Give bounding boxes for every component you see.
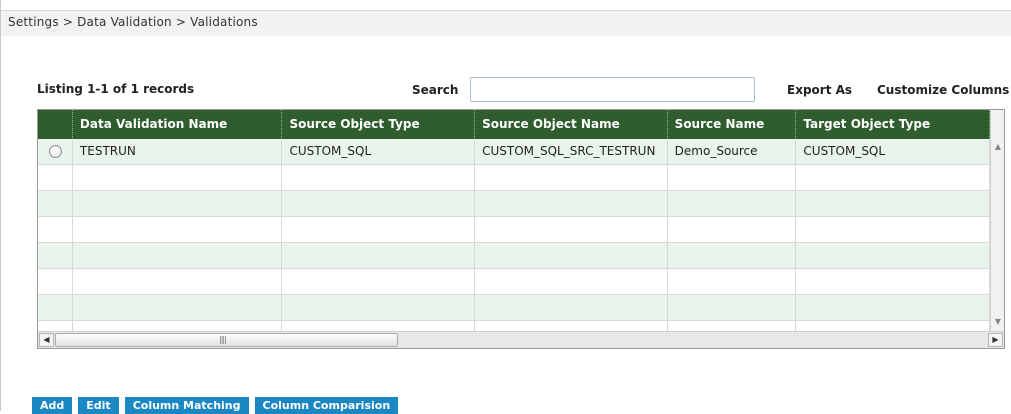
grid-header: Data Validation Name Source Object Type … <box>38 110 1004 139</box>
horizontal-scroll-thumb[interactable]: |||| <box>55 333 398 347</box>
table-cell <box>38 191 73 217</box>
target-object-type-cell: CUSTOM_SQL <box>796 139 990 165</box>
breadcrumb-bar: Settings > Data Validation > Validations <box>1 10 1011 36</box>
grid-rows: TESTRUN CUSTOM_SQL CUSTOM_SQL_SRC_TESTRU… <box>38 139 1004 347</box>
arrow-left-icon[interactable]: ◀ <box>39 333 54 347</box>
table-cell <box>73 165 283 191</box>
validations-grid: Data Validation Name Source Object Type … <box>37 109 1005 349</box>
edit-button[interactable]: Edit <box>78 397 119 414</box>
export-as-button[interactable]: Export As <box>787 83 852 97</box>
customize-columns-button[interactable]: Customize Columns <box>877 83 1009 97</box>
column-header-source-name[interactable]: Source Name <box>668 110 797 139</box>
table-cell <box>475 269 668 295</box>
table-cell <box>475 191 668 217</box>
table-cell <box>73 295 283 321</box>
listing-count: Listing 1-1 of 1 records <box>37 82 195 96</box>
table-cell <box>796 295 990 321</box>
table-cell <box>668 243 797 269</box>
row-select-cell[interactable] <box>38 139 73 165</box>
table-row <box>38 269 1004 295</box>
table-cell <box>282 295 476 321</box>
table-cell <box>475 165 668 191</box>
row-select-radio[interactable] <box>49 145 62 158</box>
column-header-target-object-type[interactable]: Target Object Type <box>796 110 990 139</box>
table-cell <box>668 165 797 191</box>
table-row[interactable]: TESTRUN CUSTOM_SQL CUSTOM_SQL_SRC_TESTRU… <box>38 139 1004 165</box>
table-cell <box>668 191 797 217</box>
table-cell <box>282 165 476 191</box>
column-matching-button[interactable]: Column Matching <box>124 397 249 414</box>
arrow-right-icon[interactable]: ▶ <box>988 333 1003 347</box>
table-cell <box>282 191 476 217</box>
table-cell <box>73 217 283 243</box>
table-cell <box>668 217 797 243</box>
table-cell <box>668 295 797 321</box>
table-cell <box>796 191 990 217</box>
table-row <box>38 243 1004 269</box>
table-cell <box>796 217 990 243</box>
search-input[interactable] <box>470 77 755 102</box>
breadcrumb: Settings > Data Validation > Validations <box>8 15 258 29</box>
table-cell <box>38 217 73 243</box>
column-comparision-button[interactable]: Column Comparision <box>254 397 399 414</box>
table-cell <box>282 269 476 295</box>
table-cell <box>73 269 283 295</box>
action-bar: Add Edit Column Matching Column Comparis… <box>32 397 399 414</box>
add-button[interactable]: Add <box>32 397 73 414</box>
table-cell <box>475 217 668 243</box>
arrow-down-icon[interactable]: ▼ <box>991 315 1004 329</box>
column-header-source-object-type[interactable]: Source Object Type <box>282 110 476 139</box>
table-cell <box>38 269 73 295</box>
search-label: Search <box>412 83 459 97</box>
column-header-select <box>38 110 73 139</box>
table-cell <box>73 243 283 269</box>
table-row <box>38 295 1004 321</box>
table-cell <box>796 269 990 295</box>
vertical-scrollbar[interactable]: ▲ ▼ <box>990 110 1004 332</box>
table-cell <box>475 243 668 269</box>
table-row <box>38 217 1004 243</box>
column-header-source-object-name[interactable]: Source Object Name <box>475 110 668 139</box>
table-cell <box>38 295 73 321</box>
source-name-cell: Demo_Source <box>668 139 797 165</box>
table-cell <box>38 243 73 269</box>
column-header-data-validation-name[interactable]: Data Validation Name <box>73 110 283 139</box>
arrow-up-icon[interactable]: ▲ <box>991 140 1004 154</box>
table-cell <box>475 295 668 321</box>
horizontal-scrollbar[interactable]: ◀ |||| ▶ <box>38 331 1004 348</box>
table-row <box>38 191 1004 217</box>
table-cell <box>73 191 283 217</box>
source-object-type-cell: CUSTOM_SQL <box>282 139 476 165</box>
table-cell <box>282 217 476 243</box>
table-row <box>38 165 1004 191</box>
table-cell <box>282 243 476 269</box>
page-left-border <box>0 0 1 411</box>
source-object-name-cell: CUSTOM_SQL_SRC_TESTRUN <box>475 139 668 165</box>
table-cell <box>796 243 990 269</box>
data-validation-name-cell: TESTRUN <box>73 139 283 165</box>
scroll-grip-icon: |||| <box>219 335 227 344</box>
table-cell <box>38 165 73 191</box>
table-cell <box>796 165 990 191</box>
table-cell <box>668 269 797 295</box>
